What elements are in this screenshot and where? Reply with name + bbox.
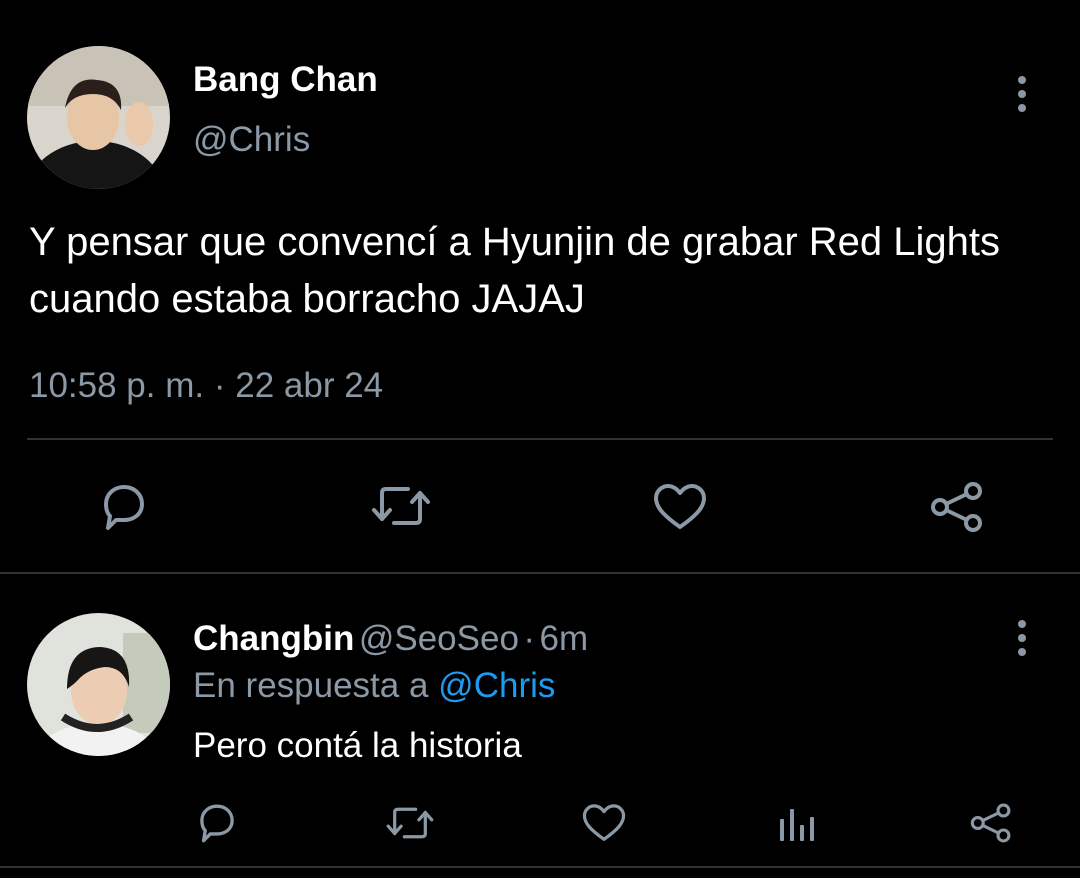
avatar-changbin[interactable] [27, 613, 170, 756]
reply-separator: · [523, 619, 536, 658]
author-handle[interactable]: @Chris [193, 120, 310, 160]
divider [27, 438, 1053, 440]
reply-more-options-icon[interactable] [1012, 618, 1032, 658]
reply-header: Changbin @SeoSeo · 6m [193, 619, 588, 659]
reply-text: Pero contá la historia [193, 726, 522, 765]
reply-author-name[interactable]: Changbin [193, 619, 354, 658]
reply-icon[interactable] [98, 482, 150, 532]
section-divider [0, 572, 1080, 574]
like-icon[interactable] [653, 483, 707, 531]
bottom-divider [0, 866, 1080, 868]
replying-to: En respuesta a @Chris [193, 666, 555, 706]
reply-retweet-icon[interactable] [385, 804, 435, 842]
share-icon[interactable] [930, 481, 984, 533]
author-name[interactable]: Bang Chan [193, 60, 378, 100]
replying-prefix: En respuesta a [193, 666, 429, 705]
analytics-icon[interactable] [778, 807, 816, 843]
tweet-date: 22 abr 24 [235, 366, 384, 405]
more-options-icon[interactable] [1012, 74, 1032, 114]
tweet-timestamp[interactable]: 10:58 p. m. · 22 abr 24 [29, 366, 383, 406]
avatar-bang-chan[interactable] [27, 46, 170, 189]
meta-separator: · [213, 366, 226, 405]
reply-reply-icon[interactable] [195, 802, 239, 844]
reply-age[interactable]: 6m [539, 619, 588, 658]
tweet-text: Y pensar que convencí a Hyunjin de graba… [29, 220, 1000, 321]
tweet-time: 10:58 p. m. [29, 366, 205, 405]
replying-to-link[interactable]: @Chris [438, 666, 555, 705]
retweet-icon[interactable] [370, 483, 432, 529]
reply-share-icon[interactable] [970, 802, 1012, 844]
reply-author-handle[interactable]: @SeoSeo [359, 619, 519, 658]
reply-like-icon[interactable] [582, 803, 626, 843]
